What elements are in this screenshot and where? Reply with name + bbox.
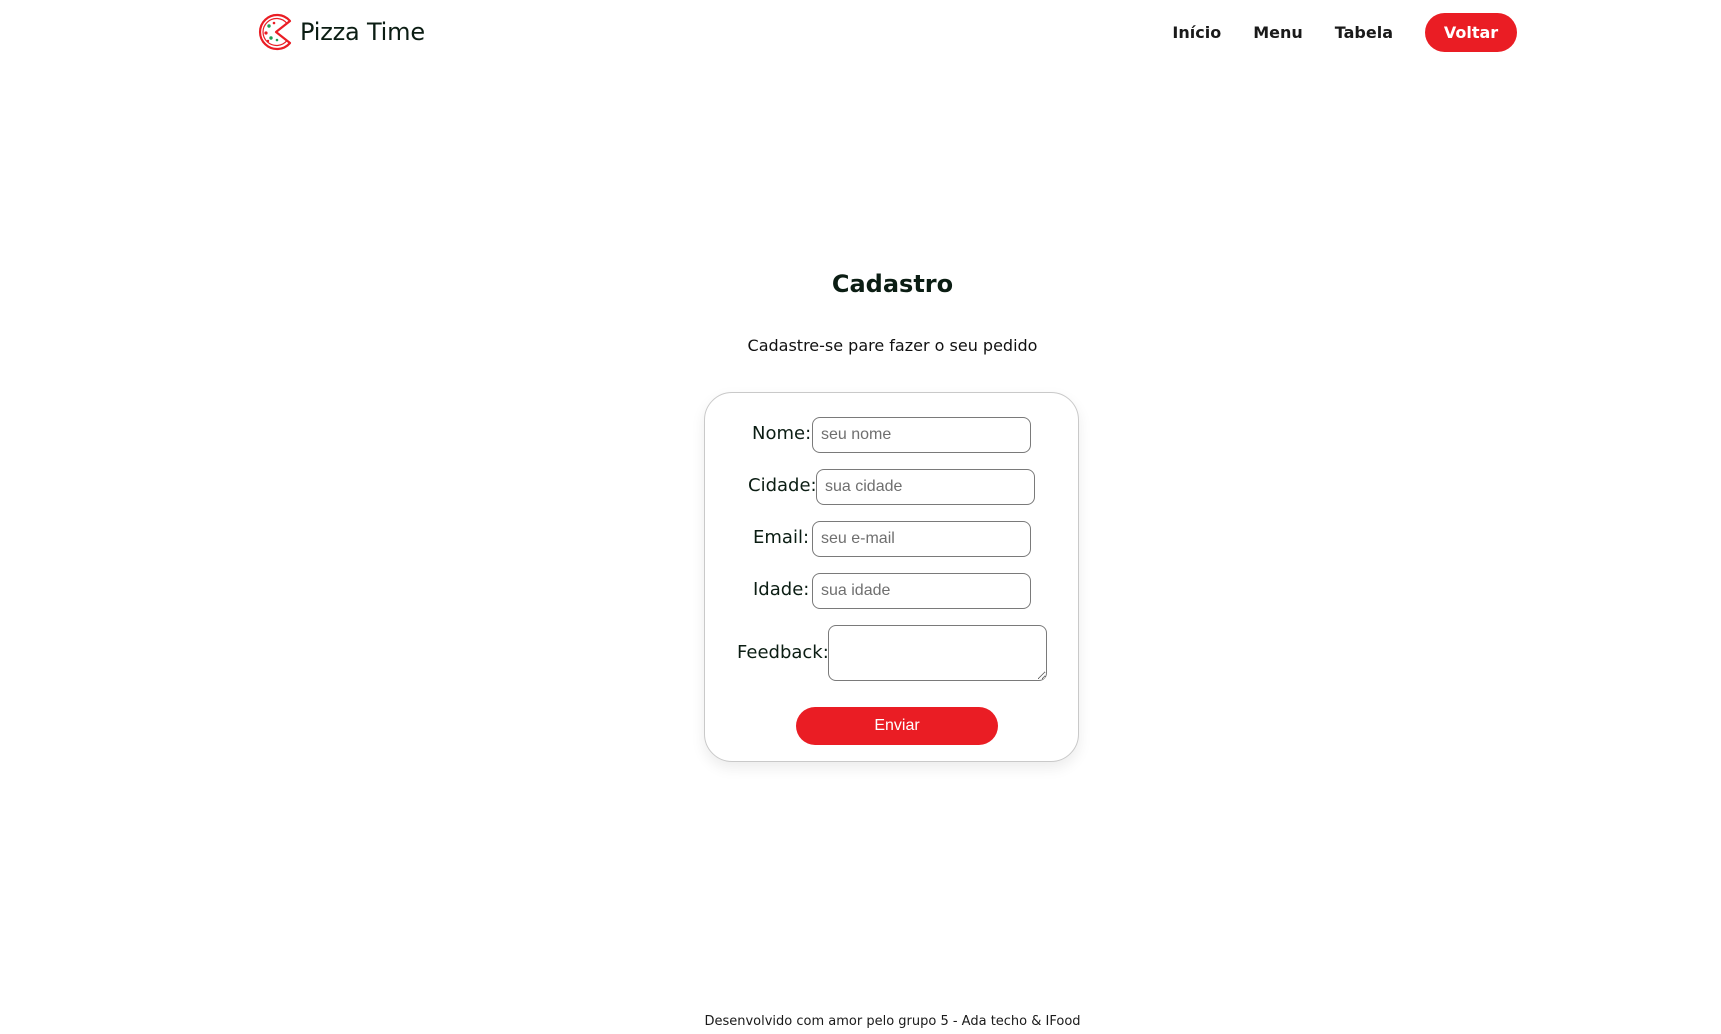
pizza-logo-icon [259, 13, 292, 51]
email-label: Email: [753, 527, 810, 548]
idade-label: Idade: [753, 579, 810, 600]
nav-link-menu[interactable]: Menu [1253, 23, 1303, 42]
nav-link-tabela[interactable]: Tabela [1335, 23, 1393, 42]
brand-logo-link[interactable]: Pizza Time [257, 12, 425, 52]
header: Pizza Time Início Menu Tabela Voltar [0, 0, 1721, 66]
voltar-button[interactable]: Voltar [1425, 13, 1517, 52]
brand-name: Pizza Time [300, 18, 425, 46]
page-title: Cadastro [831, 270, 954, 298]
signup-form: Nome: Cidade: Email: Idade: Feedback: En… [704, 392, 1079, 762]
page-subtitle: Cadastre-se pare fazer o seu pedido [747, 336, 1038, 355]
cidade-input[interactable] [816, 469, 1035, 505]
enviar-button[interactable]: Enviar [796, 707, 998, 745]
nome-input[interactable] [812, 417, 1031, 453]
page: Pizza Time Início Menu Tabela Voltar Cad… [0, 0, 1721, 1034]
idade-input[interactable] [812, 573, 1031, 609]
feedback-label: Feedback: [737, 642, 829, 663]
footer-credits: Desenvolvido com amor pelo grupo 5 - Ada… [704, 1014, 1081, 1029]
email-input[interactable] [812, 521, 1031, 557]
nav-link-inicio[interactable]: Início [1172, 23, 1221, 42]
nome-label: Nome: [752, 423, 812, 444]
main-nav: Início Menu Tabela Voltar [1172, 13, 1517, 52]
feedback-textarea[interactable] [828, 625, 1047, 681]
cidade-label: Cidade: [748, 475, 817, 496]
